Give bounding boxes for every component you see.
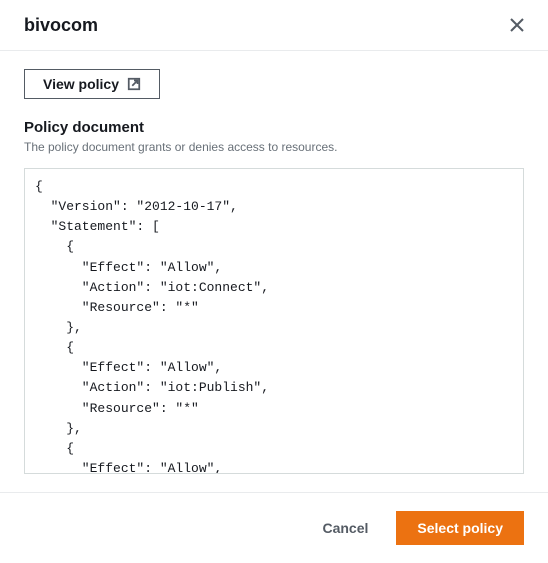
view-policy-button[interactable]: View policy: [24, 69, 160, 99]
view-policy-label: View policy: [43, 76, 119, 92]
modal-title: bivocom: [24, 15, 98, 36]
cancel-button[interactable]: Cancel: [308, 512, 382, 544]
modal-content: View policy Policy document The policy d…: [0, 51, 548, 474]
close-icon: [510, 18, 524, 32]
policy-document-textarea[interactable]: { "Version": "2012-10-17", "Statement": …: [24, 168, 524, 474]
policy-document-title: Policy document: [24, 119, 524, 136]
external-link-icon: [127, 77, 141, 91]
select-policy-button[interactable]: Select policy: [396, 511, 524, 545]
modal-header: bivocom: [0, 0, 548, 51]
policy-document-description: The policy document grants or denies acc…: [24, 140, 524, 154]
close-button[interactable]: [506, 14, 528, 36]
modal-footer: Cancel Select policy: [0, 492, 548, 563]
